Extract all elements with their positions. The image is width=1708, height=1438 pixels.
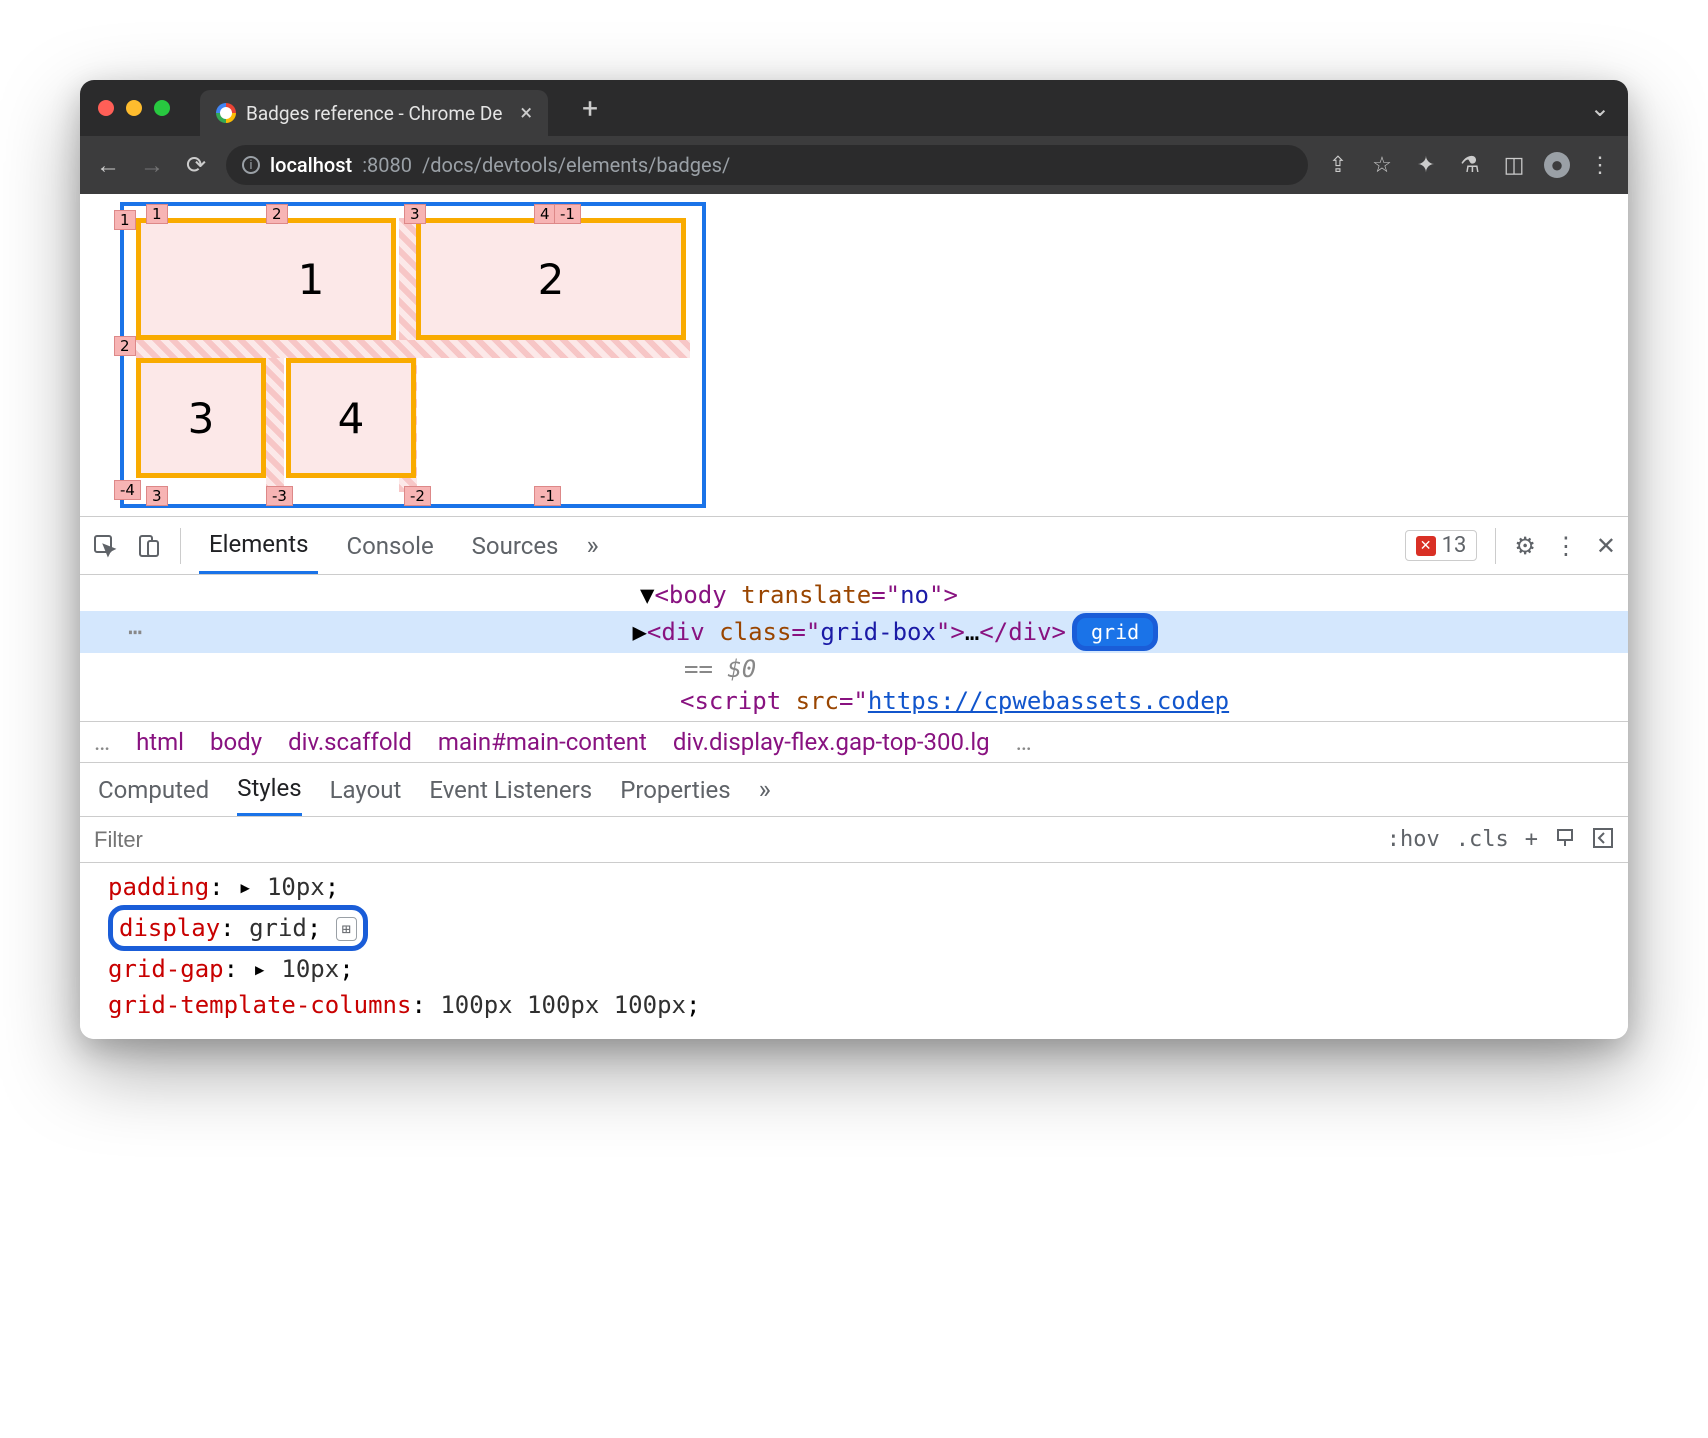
- close-devtools-icon[interactable]: ✕: [1596, 532, 1616, 560]
- maximize-window-button[interactable]: [154, 100, 170, 116]
- tab-computed[interactable]: Computed: [98, 776, 209, 804]
- breadcrumb-item[interactable]: div.scaffold: [288, 728, 412, 756]
- url-path: /docs/devtools/elements/badges/: [422, 153, 730, 177]
- bookmark-icon[interactable]: ☆: [1368, 153, 1396, 178]
- url-host: localhost: [270, 153, 352, 177]
- dom-breadcrumbs[interactable]: … html body div.scaffold main#main-conte…: [80, 721, 1628, 763]
- url-input[interactable]: i localhost :8080/docs/devtools/elements/…: [226, 145, 1308, 185]
- grid-line-label: 2: [114, 336, 136, 356]
- grid-line-label: -1: [554, 204, 581, 224]
- computed-toggle-icon[interactable]: [1592, 827, 1614, 849]
- grid-line-label: 2: [266, 204, 288, 224]
- grid-editor-icon[interactable]: ⊞: [336, 917, 357, 942]
- close-tab-icon[interactable]: ×: [520, 101, 532, 126]
- tab-layout[interactable]: Layout: [330, 776, 402, 804]
- more-tabs-icon[interactable]: »: [586, 531, 598, 561]
- grid-cell: 1: [136, 218, 396, 340]
- labs-icon[interactable]: ⚗: [1456, 153, 1484, 178]
- window-controls: [98, 100, 170, 116]
- cls-toggle[interactable]: .cls: [1456, 827, 1509, 852]
- tabs-dropdown-icon[interactable]: ⌄: [1590, 94, 1610, 122]
- new-tab-button[interactable]: +: [582, 92, 598, 125]
- breadcrumb-item[interactable]: div.display-flex.gap-top-300.lg: [673, 728, 990, 756]
- menu-icon[interactable]: ⋮: [1586, 153, 1614, 178]
- grid-inspector-overlay: 1 2 3 4 1 1 2 3 4 -1 2 -4 3 -3 -2 -1: [120, 202, 706, 508]
- info-icon[interactable]: i: [242, 156, 260, 174]
- more-menu-icon[interactable]: ⋮: [1554, 532, 1578, 560]
- grid-line-label: 1: [146, 204, 168, 224]
- tab-elements[interactable]: Elements: [199, 517, 318, 574]
- share-icon[interactable]: ⇪: [1324, 153, 1352, 178]
- forward-button[interactable]: →: [138, 151, 166, 180]
- breadcrumb-item[interactable]: body: [210, 728, 262, 756]
- error-icon: ✕: [1416, 536, 1436, 556]
- grid-gap-horizontal: [136, 340, 690, 358]
- css-declaration[interactable]: grid-template-columns: 100px 100px 100px…: [108, 987, 1600, 1023]
- css-declaration[interactable]: grid-gap: ▸ 10px;: [108, 951, 1600, 987]
- overflow-ellipsis[interactable]: ⋯: [104, 618, 142, 646]
- hov-toggle[interactable]: :hov: [1387, 827, 1440, 852]
- breadcrumb-more[interactable]: …: [94, 728, 110, 756]
- back-button[interactable]: ←: [94, 151, 122, 180]
- dom-node-selected[interactable]: ⋯ ▶<div class="grid-box">…</div> grid: [80, 611, 1628, 653]
- grid-line-label: -2: [404, 486, 431, 506]
- grid-cell: 3: [136, 358, 266, 478]
- sidepanel-icon[interactable]: ◫: [1500, 153, 1528, 178]
- more-tabs-icon[interactable]: »: [759, 775, 771, 805]
- titlebar: Badges reference - Chrome De × + ⌄: [80, 80, 1628, 136]
- url-port: :8080: [362, 153, 412, 177]
- dom-eq0: == $0: [80, 653, 1628, 685]
- device-toolbar-icon[interactable]: [136, 533, 162, 559]
- new-rule-button[interactable]: +: [1525, 827, 1538, 852]
- devtools-panel: Elements Console Sources » ✕ 13 ⚙ ⋮ ✕ ▼<…: [80, 516, 1628, 1039]
- breadcrumb-item[interactable]: main#main-content: [438, 728, 647, 756]
- error-count-badge[interactable]: ✕ 13: [1405, 530, 1478, 561]
- grid-line-label: 4: [534, 204, 556, 224]
- minimize-window-button[interactable]: [126, 100, 142, 116]
- dom-node[interactable]: ▼<body translate="no">: [80, 579, 1628, 611]
- css-declaration[interactable]: padding: ▸ 10px;: [108, 869, 1600, 905]
- tab-properties[interactable]: Properties: [620, 776, 730, 804]
- dom-node[interactable]: <script src="https://cpwebassets.codep: [80, 685, 1628, 717]
- breadcrumb-more[interactable]: …: [1016, 728, 1032, 756]
- reload-button[interactable]: ⟳: [182, 151, 210, 179]
- grid-cell: 2: [416, 218, 686, 340]
- tab-console[interactable]: Console: [336, 517, 443, 574]
- tab-styles[interactable]: Styles: [237, 763, 301, 816]
- tab-sources[interactable]: Sources: [462, 517, 569, 574]
- page-viewport: 1 2 3 4 1 1 2 3 4 -1 2 -4 3 -3 -2 -1: [80, 194, 1628, 1039]
- grid-badge[interactable]: grid: [1072, 613, 1158, 651]
- css-rules[interactable]: padding: ▸ 10px; display: grid; ⊞ grid-g…: [80, 863, 1628, 1039]
- grid-line-label: 3: [404, 204, 426, 224]
- settings-icon[interactable]: ⚙: [1514, 532, 1536, 560]
- chrome-favicon-icon: [216, 103, 236, 123]
- grid-line-label: 1: [114, 210, 136, 230]
- grid-line-label: -3: [266, 486, 293, 506]
- browser-tab[interactable]: Badges reference - Chrome De ×: [200, 90, 548, 136]
- css-declaration-highlighted[interactable]: display: grid; ⊞: [108, 905, 1600, 951]
- grid-line-label: -4: [114, 480, 141, 500]
- extensions-icon[interactable]: ✦: [1412, 153, 1440, 178]
- styles-filter-input[interactable]: [80, 827, 1373, 853]
- paint-icon[interactable]: [1554, 827, 1576, 849]
- close-window-button[interactable]: [98, 100, 114, 116]
- styles-pane-tabs: Computed Styles Layout Event Listeners P…: [80, 763, 1628, 817]
- tab-title: Badges reference - Chrome De: [246, 102, 502, 125]
- browser-window: Badges reference - Chrome De × + ⌄ ← → ⟳…: [80, 80, 1628, 1039]
- grid-cell: 4: [286, 358, 416, 478]
- dom-tree[interactable]: ▼<body translate="no"> ⋯ ▶<div class="gr…: [80, 575, 1628, 721]
- devtools-toolbar: Elements Console Sources » ✕ 13 ⚙ ⋮ ✕: [80, 517, 1628, 575]
- profile-icon[interactable]: ●: [1544, 152, 1570, 178]
- tab-event-listeners[interactable]: Event Listeners: [429, 776, 592, 804]
- grid-line-label: -1: [534, 486, 561, 506]
- breadcrumb-item[interactable]: html: [136, 728, 184, 756]
- inspect-element-icon[interactable]: [92, 533, 118, 559]
- address-bar: ← → ⟳ i localhost :8080/docs/devtools/ele…: [80, 136, 1628, 194]
- grid-line-label: 3: [146, 486, 168, 506]
- styles-filter-row: :hov .cls +: [80, 817, 1628, 863]
